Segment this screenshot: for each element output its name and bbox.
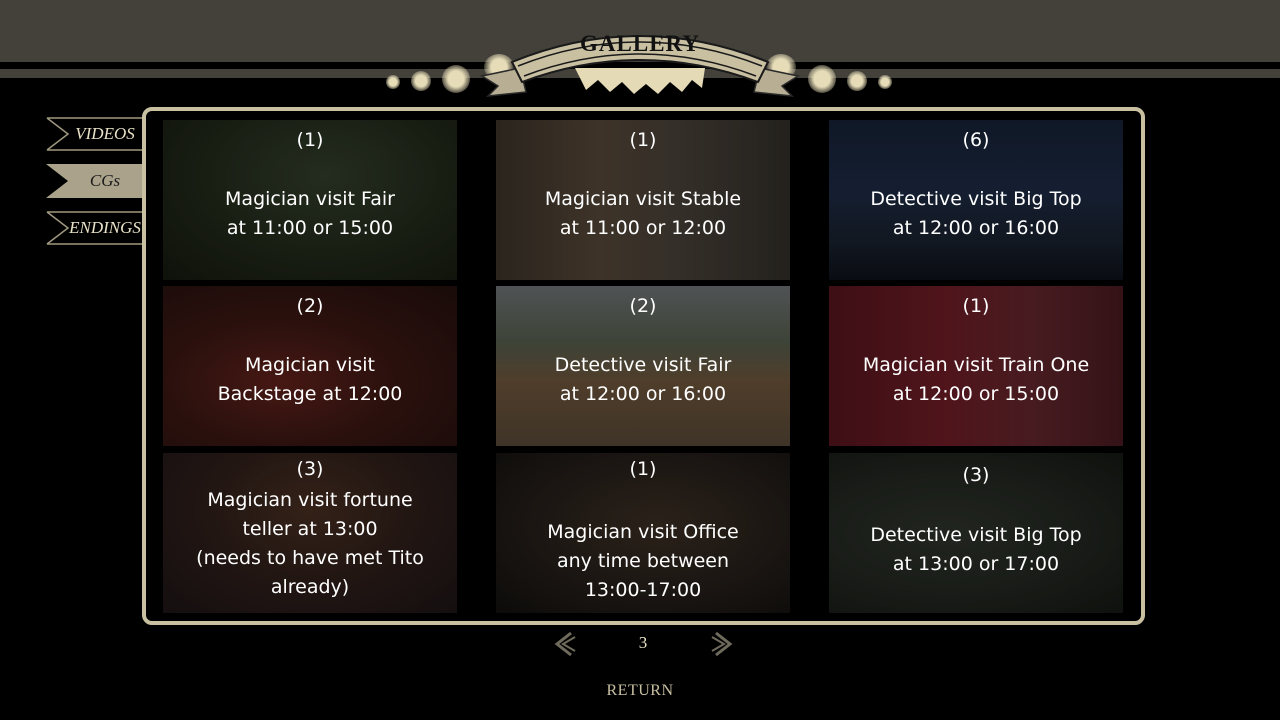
cg-tile[interactable]: (2) Magician visit Backstage at 12:00 — [163, 286, 457, 446]
cg-tile[interactable]: (1) Magician visit Stable at 11:00 or 12:… — [496, 120, 790, 280]
cg-caption: (1) Magician visit Office any time betwee… — [496, 453, 790, 613]
cg-tile[interactable]: (1) Magician visit Fair at 11:00 or 15:00 — [163, 120, 457, 280]
page-title: GALLERY — [580, 31, 700, 56]
cg-tile[interactable]: (1) Magician visit Office any time betwee… — [496, 453, 790, 613]
cg-caption: (3) Magician visit fortune teller at 13:0… — [163, 453, 457, 613]
sidebar-tab-label: CGs — [89, 171, 121, 190]
cg-tile[interactable]: (6) Detective visit Big Top at 12:00 or 1… — [829, 120, 1123, 280]
cg-tile[interactable]: (3) Magician visit fortune teller at 13:0… — [163, 453, 457, 613]
cg-count: (1) — [962, 295, 990, 317]
page-number: 3 — [638, 633, 648, 652]
sidebar-tab-label: VIDEOS — [75, 124, 135, 143]
sidebar-tab-cgs[interactable]: CGs — [46, 164, 146, 198]
cg-description: Magician visit Train One at 12:00 or 15:… — [862, 354, 1090, 405]
return-button[interactable]: RETURN — [590, 682, 690, 700]
chevron-left-icon[interactable] — [553, 631, 577, 657]
sidebar-tab-videos[interactable]: VIDEOS — [46, 117, 146, 151]
sidebar-tab-label: ENDINGS — [69, 218, 141, 237]
cg-count: (3) — [962, 464, 990, 486]
cg-description: Magician visit fortune teller at 13:00 (… — [196, 489, 424, 598]
gallery-banner: GALLERY — [480, 18, 800, 100]
cg-description: Detective visit Fair at 12:00 or 16:00 — [554, 354, 732, 405]
cg-description: Detective visit Big Top at 13:00 or 17:0… — [870, 524, 1082, 575]
cg-caption: (1) Magician visit Fair at 11:00 or 15:00 — [163, 120, 457, 280]
cg-caption: (1) Magician visit Train One at 12:00 or … — [829, 286, 1123, 446]
chevron-right-icon[interactable] — [710, 631, 734, 657]
light-bulb-icon — [878, 75, 892, 89]
cg-caption: (1) Magician visit Stable at 11:00 or 12:… — [496, 120, 790, 280]
cg-description: Magician visit Fair at 11:00 or 15:00 — [225, 188, 395, 239]
cg-description: Detective visit Big Top at 12:00 or 16:0… — [870, 188, 1082, 239]
cg-caption: (6) Detective visit Big Top at 12:00 or 1… — [829, 120, 1123, 280]
cg-count: (6) — [962, 129, 990, 151]
cg-count: (1) — [296, 129, 324, 151]
light-bulb-icon — [808, 65, 836, 93]
cg-tile[interactable]: (3) Detective visit Big Top at 13:00 or 1… — [829, 453, 1123, 613]
cg-count: (1) — [629, 458, 657, 480]
light-bulb-icon — [847, 71, 867, 91]
light-bulb-icon — [386, 75, 400, 89]
cg-caption: (3) Detective visit Big Top at 13:00 or 1… — [829, 453, 1123, 613]
sidebar-tab-endings[interactable]: ENDINGS — [46, 211, 146, 245]
cg-caption: (2) Detective visit Fair at 12:00 or 16:0… — [496, 286, 790, 446]
cg-count: (2) — [629, 295, 657, 317]
cg-count: (3) — [296, 458, 324, 480]
cg-description: Magician visit Office any time between 1… — [547, 521, 739, 601]
cg-description: Magician visit Stable at 11:00 or 12:00 — [544, 188, 742, 239]
light-bulb-icon — [442, 65, 470, 93]
light-bulb-icon — [411, 71, 431, 91]
cg-count: (1) — [629, 129, 657, 151]
cg-tile[interactable]: (2) Detective visit Fair at 12:00 or 16:0… — [496, 286, 790, 446]
cg-description: Magician visit Backstage at 12:00 — [217, 354, 403, 405]
cg-count: (2) — [296, 295, 324, 317]
cg-tile[interactable]: (1) Magician visit Train One at 12:00 or … — [829, 286, 1123, 446]
cg-caption: (2) Magician visit Backstage at 12:00 — [163, 286, 457, 446]
